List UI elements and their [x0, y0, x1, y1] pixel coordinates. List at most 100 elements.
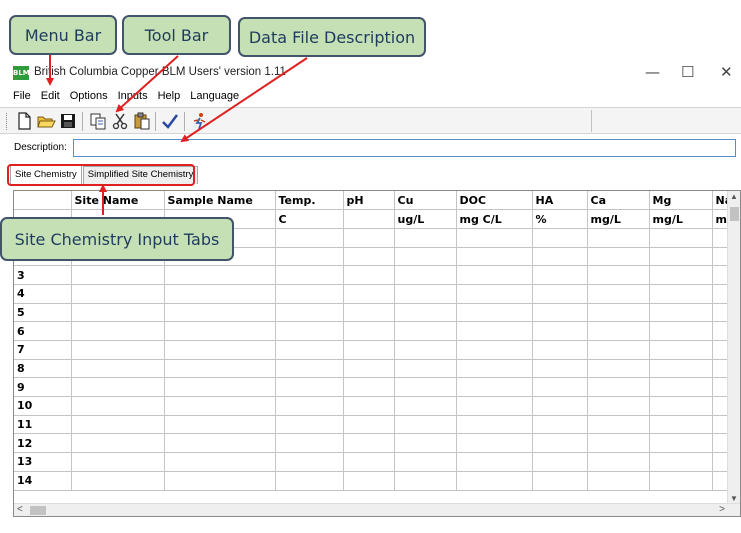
grid-cell[interactable]: [394, 359, 457, 379]
grid-cell[interactable]: [456, 377, 533, 398]
grid-cell[interactable]: [532, 303, 588, 323]
grid-cell[interactable]: [587, 359, 650, 379]
grid-cell[interactable]: [587, 340, 650, 360]
grid-cell[interactable]: [532, 265, 588, 285]
grid-cell[interactable]: [343, 452, 395, 472]
grid-cell[interactable]: [649, 247, 713, 267]
grid-cell[interactable]: [456, 265, 533, 285]
grid-cell[interactable]: [164, 415, 276, 435]
maximize-button[interactable]: ☐: [681, 63, 694, 81]
grid-cell[interactable]: [456, 359, 533, 379]
grid-cell[interactable]: [275, 452, 344, 472]
grid-cell[interactable]: [456, 415, 533, 435]
grid-cell[interactable]: [164, 471, 276, 491]
grid-cell[interactable]: [532, 433, 588, 454]
grid-cell[interactable]: [456, 303, 533, 323]
grid-cell[interactable]: [649, 228, 713, 248]
open-folder-icon[interactable]: [36, 111, 56, 131]
grid-cell[interactable]: [394, 303, 457, 323]
grid-cell[interactable]: [343, 396, 395, 416]
grid-cell[interactable]: [343, 247, 395, 267]
grid-cell[interactable]: [532, 377, 588, 398]
grid-cell[interactable]: [587, 471, 650, 491]
grid-cell[interactable]: [587, 265, 650, 285]
grid-cell[interactable]: [71, 340, 165, 360]
grid-cell[interactable]: [532, 359, 588, 379]
grid-cell[interactable]: [532, 284, 588, 304]
close-button[interactable]: ✕: [720, 63, 733, 81]
grid-cell[interactable]: [343, 415, 395, 435]
grid-cell[interactable]: [456, 321, 533, 341]
grid-cell[interactable]: [164, 340, 276, 360]
grid-cell[interactable]: [532, 247, 588, 267]
grid-cell[interactable]: [587, 452, 650, 472]
grid-cell[interactable]: [71, 284, 165, 304]
grid-cell[interactable]: [394, 471, 457, 491]
grid-cell[interactable]: [456, 284, 533, 304]
scroll-right-icon[interactable]: >: [719, 504, 725, 515]
grid-cell[interactable]: [275, 228, 344, 248]
menu-file[interactable]: File: [8, 88, 36, 106]
grid-cell[interactable]: [343, 228, 395, 248]
grid-cell[interactable]: [343, 377, 395, 398]
grid-cell[interactable]: [649, 265, 713, 285]
horizontal-scroll-thumb[interactable]: [30, 506, 46, 515]
grid-cell[interactable]: [275, 471, 344, 491]
cut-icon[interactable]: [110, 111, 130, 131]
grid-cell[interactable]: [275, 396, 344, 416]
grid-cell[interactable]: [71, 303, 165, 323]
grid-cell[interactable]: [275, 303, 344, 323]
grid-cell[interactable]: [649, 359, 713, 379]
grid-cell[interactable]: [649, 284, 713, 304]
grid-cell[interactable]: [649, 433, 713, 454]
grid-cell[interactable]: [456, 471, 533, 491]
grid-cell[interactable]: [275, 321, 344, 341]
run-icon[interactable]: [189, 111, 209, 131]
menu-inputs[interactable]: Inputs: [113, 88, 153, 106]
grid-cell[interactable]: [275, 433, 344, 454]
grid-cell[interactable]: [532, 321, 588, 341]
grid-cell[interactable]: [649, 321, 713, 341]
check-icon[interactable]: [160, 111, 180, 131]
grid-cell[interactable]: [343, 471, 395, 491]
grid-cell[interactable]: [532, 452, 588, 472]
grid-cell[interactable]: [587, 377, 650, 398]
grid-cell[interactable]: [71, 452, 165, 472]
grid-cell[interactable]: [71, 321, 165, 341]
save-icon[interactable]: [58, 111, 78, 131]
grid-cell[interactable]: [587, 433, 650, 454]
grid-cell[interactable]: [456, 433, 533, 454]
grid-cell[interactable]: [71, 433, 165, 454]
grid-cell[interactable]: [394, 265, 457, 285]
grid-cell[interactable]: [532, 228, 588, 248]
grid-cell[interactable]: [394, 452, 457, 472]
grid-cell[interactable]: [343, 284, 395, 304]
toolbar-grip[interactable]: [6, 113, 9, 130]
grid-cell[interactable]: [649, 340, 713, 360]
grid-cell[interactable]: [71, 396, 165, 416]
grid-cell[interactable]: [164, 396, 276, 416]
menu-options[interactable]: Options: [65, 88, 113, 106]
paste-icon[interactable]: [132, 111, 152, 131]
grid-cell[interactable]: [587, 247, 650, 267]
grid-cell[interactable]: [394, 377, 457, 398]
grid-cell[interactable]: [164, 321, 276, 341]
grid-cell[interactable]: [164, 359, 276, 379]
grid-cell[interactable]: [275, 284, 344, 304]
grid-cell[interactable]: [587, 228, 650, 248]
grid-cell[interactable]: [164, 265, 276, 285]
grid-cell[interactable]: [275, 377, 344, 398]
grid-cell[interactable]: [164, 433, 276, 454]
scroll-up-icon[interactable]: ▲: [730, 192, 738, 201]
grid-cell[interactable]: [394, 340, 457, 360]
grid-cell[interactable]: [275, 265, 344, 285]
grid-cell[interactable]: [343, 303, 395, 323]
minimize-button[interactable]: —: [645, 63, 660, 81]
grid-cell[interactable]: [275, 415, 344, 435]
grid-cell[interactable]: [587, 415, 650, 435]
grid-cell[interactable]: [71, 265, 165, 285]
grid-cell[interactable]: [649, 396, 713, 416]
grid-cell[interactable]: [394, 247, 457, 267]
menu-language[interactable]: Language: [185, 88, 244, 106]
grid-cell[interactable]: [275, 247, 344, 267]
